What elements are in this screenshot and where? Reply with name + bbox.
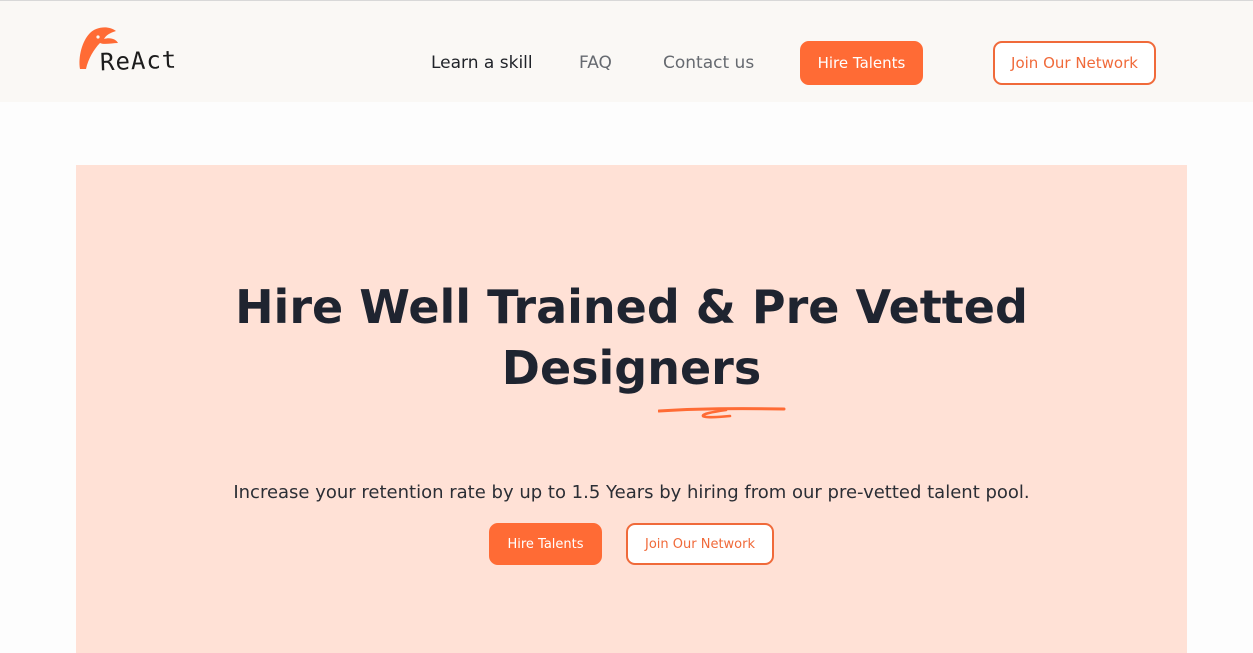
nav-link-faq[interactable]: FAQ bbox=[579, 51, 612, 75]
hero-hire-talents-button[interactable]: Hire Talents bbox=[489, 523, 602, 565]
squiggle-underline-icon bbox=[658, 407, 786, 419]
hero-section: Hire Well Trained & Pre Vetted Designers… bbox=[76, 165, 1187, 653]
hero-title-line-1: Hire Well Trained & Pre Vetted bbox=[235, 280, 1028, 334]
nav-link-learn-a-skill[interactable]: Learn a skill bbox=[431, 51, 533, 75]
hero-title: Hire Well Trained & Pre Vetted Designers bbox=[76, 277, 1187, 399]
logo[interactable]: ReAct bbox=[76, 23, 186, 79]
nav-link-contact-us[interactable]: Contact us bbox=[663, 51, 754, 75]
hero-subtitle: Increase your retention rate by up to 1.… bbox=[233, 482, 1030, 503]
hero-join-network-button[interactable]: Join Our Network bbox=[626, 523, 774, 565]
nav-join-network-button[interactable]: Join Our Network bbox=[993, 41, 1156, 85]
navbar: ReAct Learn a skill FAQ Contact us Hire … bbox=[0, 1, 1253, 102]
logo-text: ReAct bbox=[99, 45, 178, 77]
hero-title-line-2: Designers bbox=[501, 341, 762, 395]
nav-hire-talents-button[interactable]: Hire Talents bbox=[800, 41, 923, 85]
